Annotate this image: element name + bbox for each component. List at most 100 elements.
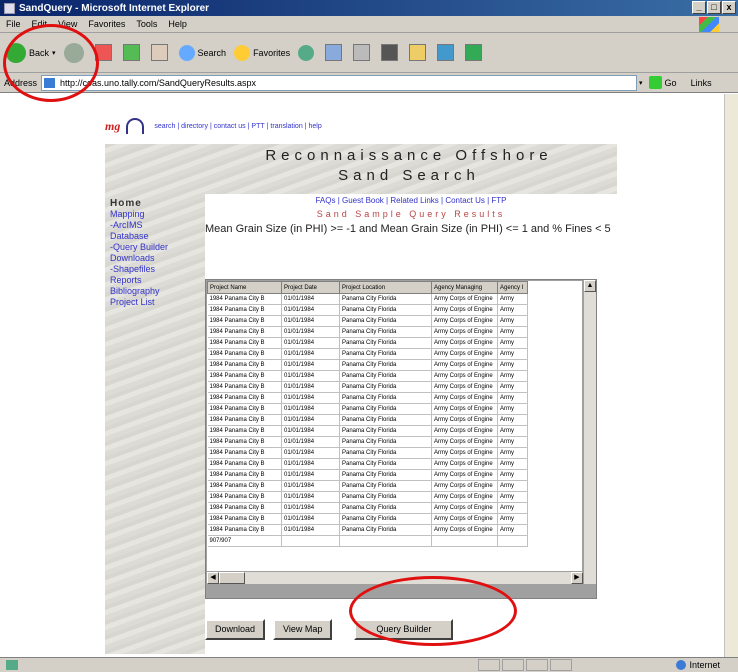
favorites-button[interactable]: Favorites xyxy=(234,44,290,61)
nav-translation[interactable]: translation xyxy=(270,123,302,130)
table-row[interactable]: 1984 Panama City B 01/01/1984 Panama City … xyxy=(207,447,528,459)
table-cell: 01/01/1984 xyxy=(281,513,340,525)
table-row[interactable]: 1984 Panama City B 01/01/1984 Panama City … xyxy=(207,491,528,503)
table-cell: 01/01/1984 xyxy=(281,348,340,360)
scroll-up-arrow-icon[interactable]: ▲ xyxy=(584,280,596,292)
go-button[interactable]: Go xyxy=(648,76,677,89)
sidebar-item-bibliography[interactable]: Bibliography xyxy=(110,286,205,297)
menu-tools[interactable]: Tools xyxy=(136,19,157,29)
tools-button[interactable] xyxy=(465,44,485,61)
go-arrow-icon xyxy=(648,76,662,89)
table-row[interactable]: 1984 Panama City B 01/01/1984 Panama City … xyxy=(207,524,528,536)
quick-links[interactable]: FAQs | Guest Book | Related Links | Cont… xyxy=(205,196,617,205)
table-cell: Army xyxy=(497,304,528,316)
table-row[interactable]: 1984 Panama City B 01/01/1984 Panama City … xyxy=(207,304,528,316)
maximize-button[interactable]: □ xyxy=(707,1,721,14)
sidebar-item-query-builder[interactable]: -Query Builder xyxy=(110,242,205,253)
table-row[interactable]: 1984 Panama City B 01/01/1984 Panama City … xyxy=(207,414,528,426)
print-button[interactable] xyxy=(353,44,373,61)
sidebar-item-arcims[interactable]: -ArcIMS xyxy=(110,220,205,231)
sidebar-item-reports[interactable]: Reports xyxy=(110,275,205,286)
menu-favorites[interactable]: Favorites xyxy=(88,19,125,29)
table-row[interactable]: 1984 Panama City B 01/01/1984 Panama City … xyxy=(207,436,528,448)
nav-ptt[interactable]: PTT xyxy=(251,123,264,130)
download-button[interactable]: Download xyxy=(205,619,266,640)
table-footer-row: 907/907 xyxy=(207,535,528,547)
table-row[interactable]: 1984 Panama City B 01/01/1984 Panama City … xyxy=(207,381,528,393)
address-input[interactable]: http://coas.uno.tally.com/SandQueryResul… xyxy=(41,74,638,91)
table-cell: Army xyxy=(497,392,528,404)
table-cell: 01/01/1984 xyxy=(281,381,340,393)
folder-button[interactable] xyxy=(409,44,429,61)
sidebar-item-shapefiles[interactable]: -Shapefiles xyxy=(110,264,205,275)
toolbar: Back ▾ Search Favorites xyxy=(0,33,738,73)
table-cell: Army xyxy=(497,370,528,382)
menu-file[interactable]: File xyxy=(6,19,21,29)
table-row[interactable]: 1984 Panama City B 01/01/1984 Panama City … xyxy=(207,370,528,382)
banner-line-2: Sand Search xyxy=(338,167,480,184)
column-header[interactable]: Agency Managing xyxy=(431,281,498,294)
mail-button[interactable] xyxy=(325,44,345,61)
edit-icon xyxy=(381,44,399,61)
refresh-button[interactable] xyxy=(122,44,143,61)
refresh-icon xyxy=(122,44,140,61)
column-header[interactable]: Project Name xyxy=(207,281,282,294)
column-header[interactable]: Project Date xyxy=(281,281,340,294)
table-cell: Panama City Florida xyxy=(339,513,432,525)
results-title: Sand Sample Query Results xyxy=(316,209,506,219)
view-map-button[interactable]: View Map xyxy=(273,619,333,640)
page-vertical-scrollbar[interactable] xyxy=(724,94,738,657)
home-button[interactable] xyxy=(150,44,171,61)
table-cell: Panama City Florida xyxy=(339,447,432,459)
sidebar-item-mapping[interactable]: Mapping xyxy=(110,209,205,220)
scroll-right-arrow-icon[interactable]: ▶ xyxy=(571,572,583,584)
table-cell: 1984 Panama City B xyxy=(207,414,282,426)
scroll-thumb[interactable] xyxy=(219,572,245,584)
table-row[interactable]: 1984 Panama City B 01/01/1984 Panama City … xyxy=(207,469,528,481)
scroll-left-arrow-icon[interactable]: ◀ xyxy=(207,572,219,584)
nav-directory[interactable]: directory xyxy=(181,123,208,130)
edit-button[interactable] xyxy=(381,44,401,61)
table-row[interactable]: 1984 Panama City B 01/01/1984 Panama City … xyxy=(207,337,528,349)
search-button[interactable]: Search xyxy=(178,44,226,61)
table-row[interactable]: 1984 Panama City B 01/01/1984 Panama City … xyxy=(207,458,528,470)
table-cell: Army Corps of Engine xyxy=(431,370,498,382)
column-header[interactable]: Project Location xyxy=(339,281,432,294)
table-row[interactable]: 1984 Panama City B 01/01/1984 Panama City … xyxy=(207,480,528,492)
table-cell: Army Corps of Engine xyxy=(431,348,498,360)
table-row[interactable]: 1984 Panama City B 01/01/1984 Panama City … xyxy=(207,513,528,525)
nav-search[interactable]: search xyxy=(154,123,175,130)
close-button[interactable]: x xyxy=(722,1,736,14)
table-row[interactable]: 1984 Panama City B 01/01/1984 Panama City … xyxy=(207,359,528,371)
table-cell: Panama City Florida xyxy=(339,326,432,338)
sidebar-item-project-list[interactable]: Project List xyxy=(110,297,205,308)
site-logo[interactable]: mg xyxy=(105,119,120,134)
column-header[interactable]: Agency I xyxy=(497,281,528,294)
history-button[interactable] xyxy=(298,44,317,61)
sidebar-item-home[interactable]: Home xyxy=(110,198,205,209)
table-cell: 1984 Panama City B xyxy=(207,315,282,327)
sidebar-item-database[interactable]: Database xyxy=(110,231,205,242)
table-row[interactable]: 1984 Panama City B 01/01/1984 Panama City … xyxy=(207,348,528,360)
nav-contact-us[interactable]: contact us xyxy=(214,123,246,130)
address-dropdown-icon[interactable]: ▾ xyxy=(639,79,643,87)
status-bar: Internet xyxy=(0,657,738,672)
table-row[interactable]: 1984 Panama City B 01/01/1984 Panama City … xyxy=(207,425,528,437)
messenger-button[interactable] xyxy=(437,44,457,61)
table-row[interactable]: 1984 Panama City B 01/01/1984 Panama City … xyxy=(207,403,528,415)
table-cell: 1984 Panama City B xyxy=(207,469,282,481)
menu-help[interactable]: Help xyxy=(168,19,187,29)
sidebar-item-downloads[interactable]: Downloads xyxy=(110,253,205,264)
grid-vertical-scrollbar[interactable]: ▲ xyxy=(584,280,596,584)
table-row[interactable]: 1984 Panama City B 01/01/1984 Panama City … xyxy=(207,502,528,514)
table-cell: Panama City Florida xyxy=(339,293,432,305)
links-button[interactable]: Links xyxy=(691,78,712,88)
nav-help[interactable]: help xyxy=(308,123,321,130)
table-cell: Panama City Florida xyxy=(339,348,432,360)
table-row[interactable]: 1984 Panama City B 01/01/1984 Panama City … xyxy=(207,392,528,404)
table-row[interactable]: 1984 Panama City B 01/01/1984 Panama City … xyxy=(207,326,528,338)
table-row[interactable]: 1984 Panama City B 01/01/1984 Panama City … xyxy=(207,293,528,305)
minimize-button[interactable]: _ xyxy=(692,1,706,14)
table-cell: Panama City Florida xyxy=(339,381,432,393)
table-row[interactable]: 1984 Panama City B 01/01/1984 Panama City … xyxy=(207,315,528,327)
